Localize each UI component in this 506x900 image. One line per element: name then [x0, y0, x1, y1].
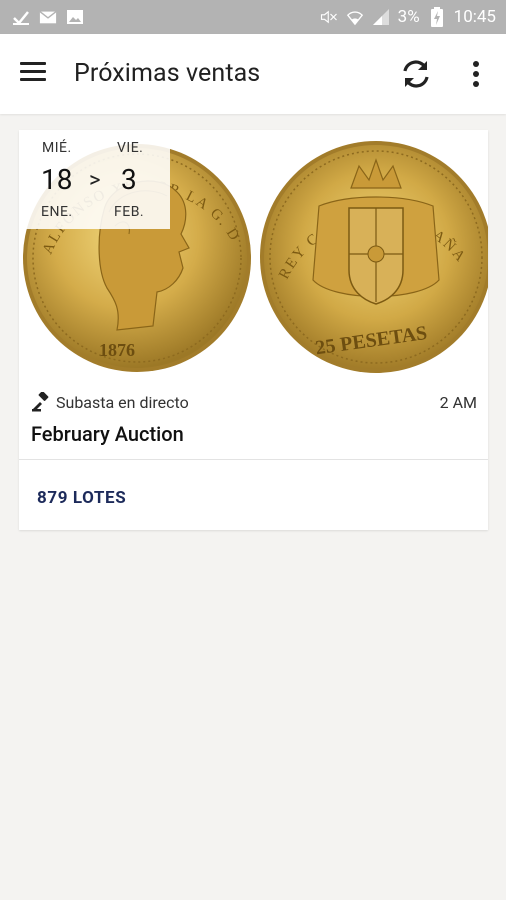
- battery-percent: 3%: [397, 7, 420, 27]
- sale-type: Subasta en directo: [56, 393, 189, 412]
- menu-button[interactable]: [20, 62, 48, 86]
- date-range: MIÉ. VIE. 18 > 3 ENE. FEB.: [19, 130, 170, 229]
- mute-icon: [320, 8, 338, 26]
- signal-icon: [372, 8, 390, 26]
- coin-reverse: REY CONST. DE ESPAÑA 25 PESETAS: [260, 141, 488, 373]
- wifi-icon: [346, 8, 364, 26]
- more-vert-icon: [473, 61, 479, 87]
- image-icon: [66, 8, 84, 26]
- battery-charging-icon: [428, 7, 446, 27]
- more-options-button[interactable]: [462, 56, 490, 92]
- sale-card[interactable]: ALFONSO XII POR LA G. DE DIOS 1876 REY C…: [19, 130, 488, 530]
- end-weekday: VIE.: [117, 140, 144, 156]
- page-title: Próximas ventas: [74, 59, 261, 88]
- start-weekday: MIÉ.: [42, 140, 72, 156]
- refresh-icon: [403, 60, 429, 88]
- sale-image: ALFONSO XII POR LA G. DE DIOS 1876 REY C…: [19, 130, 488, 380]
- date-separator: >: [89, 168, 101, 193]
- obverse-year: 1876: [99, 340, 135, 360]
- start-month: ENE.: [41, 204, 73, 220]
- menu-icon: [20, 62, 48, 81]
- gavel-icon: [32, 392, 49, 412]
- mail-icon: [39, 8, 57, 26]
- sale-title: February Auction: [31, 422, 184, 446]
- end-month: FEB.: [114, 204, 145, 220]
- divider: [19, 459, 488, 460]
- sale-meta: Subasta en directo 2 AM: [31, 392, 477, 414]
- refresh-button[interactable]: [398, 56, 434, 92]
- sale-time: 2 AM: [439, 393, 477, 412]
- lots-link[interactable]: 879 LOTES: [37, 488, 126, 508]
- app-bar: Próximas ventas: [0, 34, 506, 114]
- status-bar: 3% 10:45: [0, 0, 506, 34]
- end-day: 3: [121, 163, 137, 196]
- check-icon: [12, 8, 30, 26]
- start-day: 18: [41, 163, 73, 196]
- clock: 10:45: [453, 7, 496, 27]
